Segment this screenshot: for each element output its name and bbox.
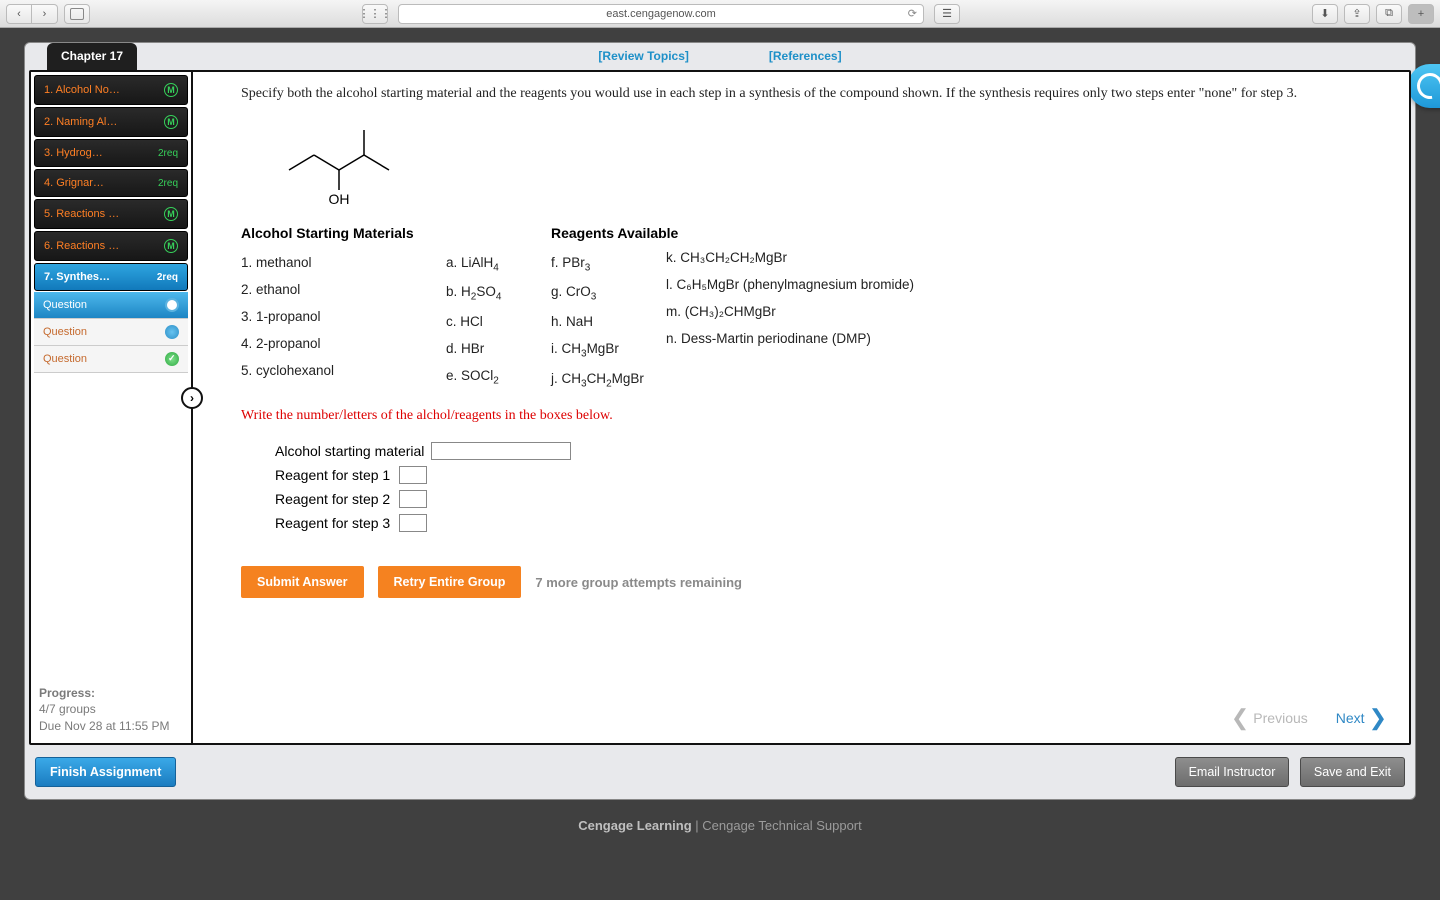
submit-answer-button[interactable]: Submit Answer bbox=[241, 566, 364, 598]
retry-group-button[interactable]: Retry Entire Group bbox=[378, 566, 522, 598]
sidebar-collapse-handle[interactable]: › bbox=[181, 387, 203, 409]
input-starting-material[interactable] bbox=[431, 442, 571, 460]
question-content: Specify both the alcohol starting materi… bbox=[191, 72, 1409, 743]
input-step2[interactable] bbox=[399, 490, 427, 508]
svg-text:OH: OH bbox=[329, 191, 350, 207]
sidebar-toggle[interactable] bbox=[64, 4, 90, 24]
nav-item-6[interactable]: 6. Reactions …M bbox=[34, 231, 188, 261]
next-button[interactable]: Next❯ bbox=[1336, 707, 1387, 729]
references-link[interactable]: [References] bbox=[769, 43, 842, 63]
nav-item-1[interactable]: 1. Alcohol No…M bbox=[34, 75, 188, 105]
back-button[interactable]: ‹ bbox=[6, 4, 32, 24]
nav-item-5[interactable]: 5. Reactions …M bbox=[34, 199, 188, 229]
bottom-action-bar: Finish Assignment Email Instructor Save … bbox=[25, 745, 1415, 799]
question-prompt: Specify both the alcohol starting materi… bbox=[241, 84, 1385, 104]
label-step2: Reagent for step 2 bbox=[275, 491, 393, 507]
required-badge: 2req bbox=[158, 178, 178, 189]
chevron-left-icon: ❮ bbox=[1231, 707, 1249, 729]
email-instructor-button[interactable]: Email Instructor bbox=[1175, 757, 1290, 787]
required-badge: 2req bbox=[158, 148, 178, 159]
label-step3: Reagent for step 3 bbox=[275, 515, 393, 531]
url-text: east.cengagenow.com bbox=[606, 8, 715, 20]
mastered-icon: M bbox=[164, 83, 178, 97]
answer-instruction: Write the number/letters of the alchol/r… bbox=[241, 408, 1385, 424]
browser-toolbar: ‹ › ⋮⋮⋮ east.cengagenow.com ⟳ ☰ ⬇ ⇪ ⧉ + bbox=[0, 0, 1440, 28]
forward-button[interactable]: › bbox=[32, 4, 58, 24]
reagents-heading: Reagents Available bbox=[551, 225, 678, 241]
status-inprogress-icon bbox=[165, 325, 179, 339]
label-starting: Alcohol starting material bbox=[275, 443, 425, 459]
new-tab-button[interactable]: + bbox=[1408, 4, 1434, 24]
alcohol-heading: Alcohol Starting Materials bbox=[241, 225, 551, 241]
status-open-icon bbox=[165, 298, 179, 312]
nav-item-2[interactable]: 2. Naming Al…M bbox=[34, 107, 188, 137]
mastered-icon: M bbox=[164, 239, 178, 253]
mastered-icon: M bbox=[164, 115, 178, 129]
review-topics-link[interactable]: [Review Topics] bbox=[598, 43, 688, 63]
status-complete-icon bbox=[165, 352, 179, 366]
nav-item-4[interactable]: 4. Grignar…2req bbox=[34, 169, 188, 197]
question-nav-sidebar: 1. Alcohol No…M 2. Naming Al…M 3. Hydrog… bbox=[31, 72, 191, 743]
nav-item-7[interactable]: 7. Synthes…2req bbox=[34, 263, 188, 291]
finish-assignment-button[interactable]: Finish Assignment bbox=[35, 757, 176, 787]
reader-icon[interactable]: ☰ bbox=[934, 4, 960, 24]
save-and-exit-button[interactable]: Save and Exit bbox=[1300, 757, 1405, 787]
previous-button[interactable]: ❮Previous bbox=[1231, 707, 1308, 729]
grid-icon[interactable]: ⋮⋮⋮ bbox=[362, 4, 388, 24]
url-bar[interactable]: east.cengagenow.com ⟳ bbox=[398, 4, 924, 24]
reload-icon[interactable]: ⟳ bbox=[908, 7, 917, 20]
input-step1[interactable] bbox=[399, 466, 427, 484]
molecule-structure: OH bbox=[269, 120, 1385, 215]
chevron-right-icon: ❯ bbox=[1369, 707, 1387, 729]
sub-question-2[interactable]: Question bbox=[34, 319, 188, 346]
input-step3[interactable] bbox=[399, 514, 427, 532]
sub-question-3[interactable]: Question bbox=[34, 346, 188, 373]
label-step1: Reagent for step 1 bbox=[275, 467, 393, 483]
tabs-icon[interactable]: ⧉ bbox=[1376, 4, 1402, 24]
nav-item-3[interactable]: 3. Hydrog…2req bbox=[34, 139, 188, 167]
sub-question-1[interactable]: Question bbox=[34, 292, 188, 319]
chapter-tab[interactable]: Chapter 17 bbox=[47, 43, 137, 70]
share-icon[interactable]: ⇪ bbox=[1344, 4, 1370, 24]
required-badge: 2req bbox=[157, 272, 178, 283]
mastered-icon: M bbox=[164, 207, 178, 221]
page-footer: Cengage Learning | Cengage Technical Sup… bbox=[0, 800, 1440, 852]
attempts-remaining: 7 more group attempts remaining bbox=[535, 575, 742, 590]
reagents-table: 1. methanol 2. ethanol 3. 1-propanol 4. … bbox=[241, 249, 1385, 395]
progress-info: Progress: 4/7 groups Due Nov 28 at 11:55… bbox=[39, 685, 170, 735]
download-icon[interactable]: ⬇ bbox=[1312, 4, 1338, 24]
